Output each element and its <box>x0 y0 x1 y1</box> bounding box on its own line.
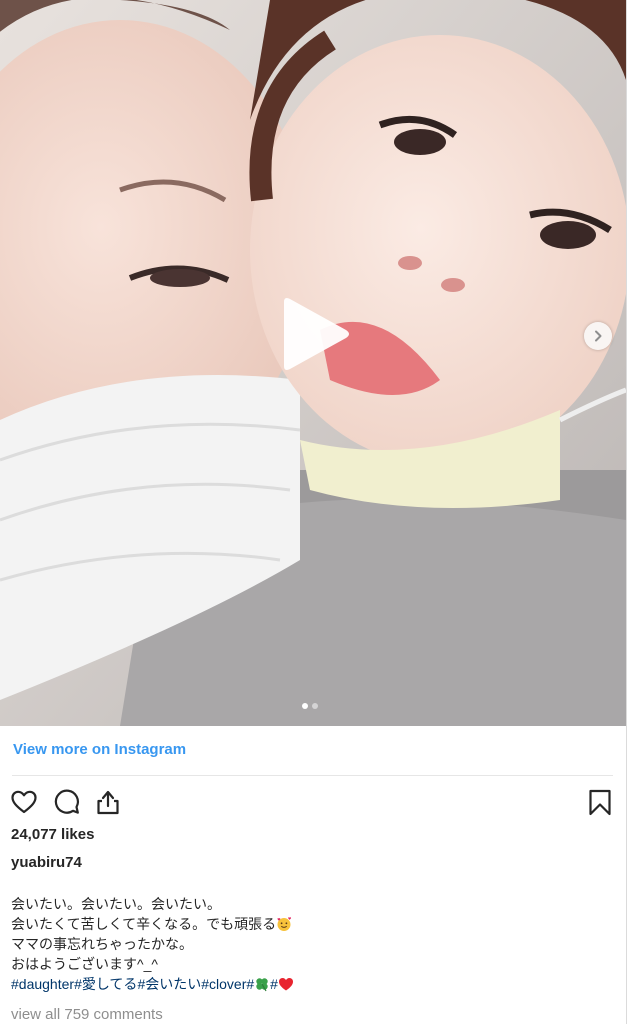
red-heart-icon <box>278 978 293 991</box>
save-button[interactable] <box>586 788 614 816</box>
hashtag-link[interactable]: # <box>246 976 254 992</box>
play-button[interactable] <box>272 292 356 376</box>
hashtag-link[interactable]: #愛してる <box>74 976 137 992</box>
comment-button[interactable] <box>53 788 81 816</box>
post-caption: 会いたい。会いたい。会いたい。 会いたくて苦しくて辛くなる。でも頑張る ママの事… <box>11 894 611 994</box>
play-icon <box>284 298 349 370</box>
hashtag-link[interactable]: # <box>270 976 278 992</box>
caption-line: 会いたい。会いたい。会いたい。 <box>11 896 221 912</box>
caption-line-with-emoji: 会いたくて苦しくて辛くなる。でも頑張る <box>11 914 611 934</box>
carousel-indicator <box>300 703 324 709</box>
heart-icon <box>11 790 37 814</box>
hashtag-link[interactable]: #clover <box>201 976 246 992</box>
caption-line-text: 会いたくて苦しくて辛くなる。でも頑張る <box>11 916 277 932</box>
divider <box>12 775 613 776</box>
username-link[interactable]: yuabiru74 <box>11 854 82 871</box>
carousel-dot <box>312 703 318 709</box>
hashtag-link[interactable]: #daughter <box>11 976 74 992</box>
four-leaf-clover-icon <box>256 978 268 992</box>
share-icon <box>97 790 119 815</box>
smiling-face-with-hearts-icon <box>277 917 292 931</box>
view-all-comments-link[interactable]: view all 759 comments <box>11 1006 163 1023</box>
bookmark-icon <box>589 789 611 816</box>
caption-line: おはようございます^_^ <box>11 956 158 972</box>
hashtag-link[interactable]: #会いたい <box>137 976 201 992</box>
like-button[interactable] <box>10 788 38 816</box>
post-media[interactable] <box>0 0 626 726</box>
next-slide-button[interactable] <box>584 322 612 350</box>
share-button[interactable] <box>94 788 122 816</box>
view-more-link[interactable]: View more on Instagram <box>13 741 186 758</box>
caption-line: ママの事忘れちゃったかな。 <box>11 936 193 952</box>
hashtag-row: #daughter#愛してる#会いたい#clover# # <box>11 974 611 994</box>
chevron-right-icon <box>595 330 602 342</box>
comment-icon <box>54 789 79 814</box>
instagram-embed: View more on Instagram 24,077 likes yuab… <box>0 0 627 1024</box>
carousel-dot-active <box>302 703 308 709</box>
like-count: 24,077 likes <box>11 826 95 843</box>
